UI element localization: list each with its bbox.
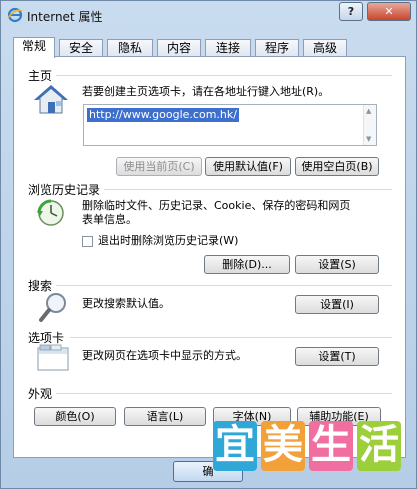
tabs-section-divider: [70, 337, 392, 338]
watermark-char: 生: [309, 421, 353, 471]
tab-advanced[interactable]: 高级: [303, 39, 347, 57]
window-title: Internet 属性: [27, 10, 103, 24]
tab-privacy[interactable]: 隐私: [107, 39, 153, 57]
home-instruction: 若要创建主页选项卡，请在各地址行键入地址(R)。: [82, 85, 330, 98]
close-button[interactable]: ✕: [367, 2, 411, 21]
scroll-down-arrow-icon[interactable]: ▼: [366, 135, 371, 143]
history-description-line1: 删除临时文件、历史记录、Cookie、保存的密码和网页: [82, 199, 351, 212]
title-bar: Internet 属性 ? ✕: [1, 1, 416, 31]
internet-explorer-icon: [7, 7, 23, 23]
help-button[interactable]: ?: [339, 2, 363, 21]
watermark-char: 宜: [213, 421, 257, 471]
colors-button[interactable]: 颜色(O): [34, 407, 116, 426]
use-current-button[interactable]: 使用当前页(C): [116, 157, 202, 176]
watermark-char: 美: [261, 421, 305, 471]
tabs-settings-button[interactable]: 设置(T): [295, 347, 379, 366]
tab-programs[interactable]: 程序: [255, 39, 299, 57]
scroll-up-arrow-icon[interactable]: ▲: [366, 107, 371, 115]
tab-security[interactable]: 安全: [59, 39, 103, 57]
delete-history-on-exit-label: 退出时删除浏览历史记录(W): [98, 234, 239, 247]
search-section-divider: [56, 285, 392, 286]
tabbed-window-icon: [37, 344, 69, 371]
tab-content[interactable]: 内容: [157, 39, 201, 57]
internet-options-dialog: Internet 属性 ? ✕ 常规 安全 隐私 内容 连接 程序 高级 主页 …: [0, 0, 417, 489]
tab-general[interactable]: 常规: [13, 37, 55, 58]
delete-history-button[interactable]: 删除(D)...: [204, 255, 290, 274]
appearance-section-divider: [56, 393, 392, 394]
magnifier-icon: [39, 293, 66, 322]
home-icon: [34, 85, 68, 114]
watermark: 宜 美 生 活: [213, 421, 403, 473]
use-default-button[interactable]: 使用默认值(F): [205, 157, 291, 176]
search-settings-button[interactable]: 设置(I): [295, 295, 379, 314]
languages-button[interactable]: 语言(L): [124, 407, 206, 426]
home-section-divider: [56, 75, 392, 76]
history-description-line2: 表单信息。: [82, 213, 137, 226]
history-section-title: 浏览历史记录: [28, 183, 101, 197]
history-section-divider: [104, 189, 392, 190]
history-clock-icon: [37, 199, 64, 226]
appearance-section-title: 外观: [28, 387, 53, 401]
home-url-value: http://www.google.com.hk/: [87, 108, 239, 122]
use-blank-button[interactable]: 使用空白页(B): [295, 157, 379, 176]
search-description: 更改搜索默认值。: [82, 297, 170, 310]
watermark-char: 活: [357, 421, 401, 471]
general-tab-panel: 主页 若要创建主页选项卡，请在各地址行键入地址(R)。 http://www.g…: [13, 56, 406, 458]
tab-connections[interactable]: 连接: [205, 39, 251, 57]
home-url-textarea[interactable]: http://www.google.com.hk/ ▲ ▼: [83, 104, 377, 146]
history-settings-button[interactable]: 设置(S): [295, 255, 379, 274]
delete-history-on-exit-checkbox[interactable]: [82, 236, 93, 247]
url-scrollbar[interactable]: ▲ ▼: [363, 105, 376, 145]
home-section-title: 主页: [28, 69, 53, 83]
tabs-description: 更改网页在选项卡中显示的方式。: [82, 349, 247, 362]
